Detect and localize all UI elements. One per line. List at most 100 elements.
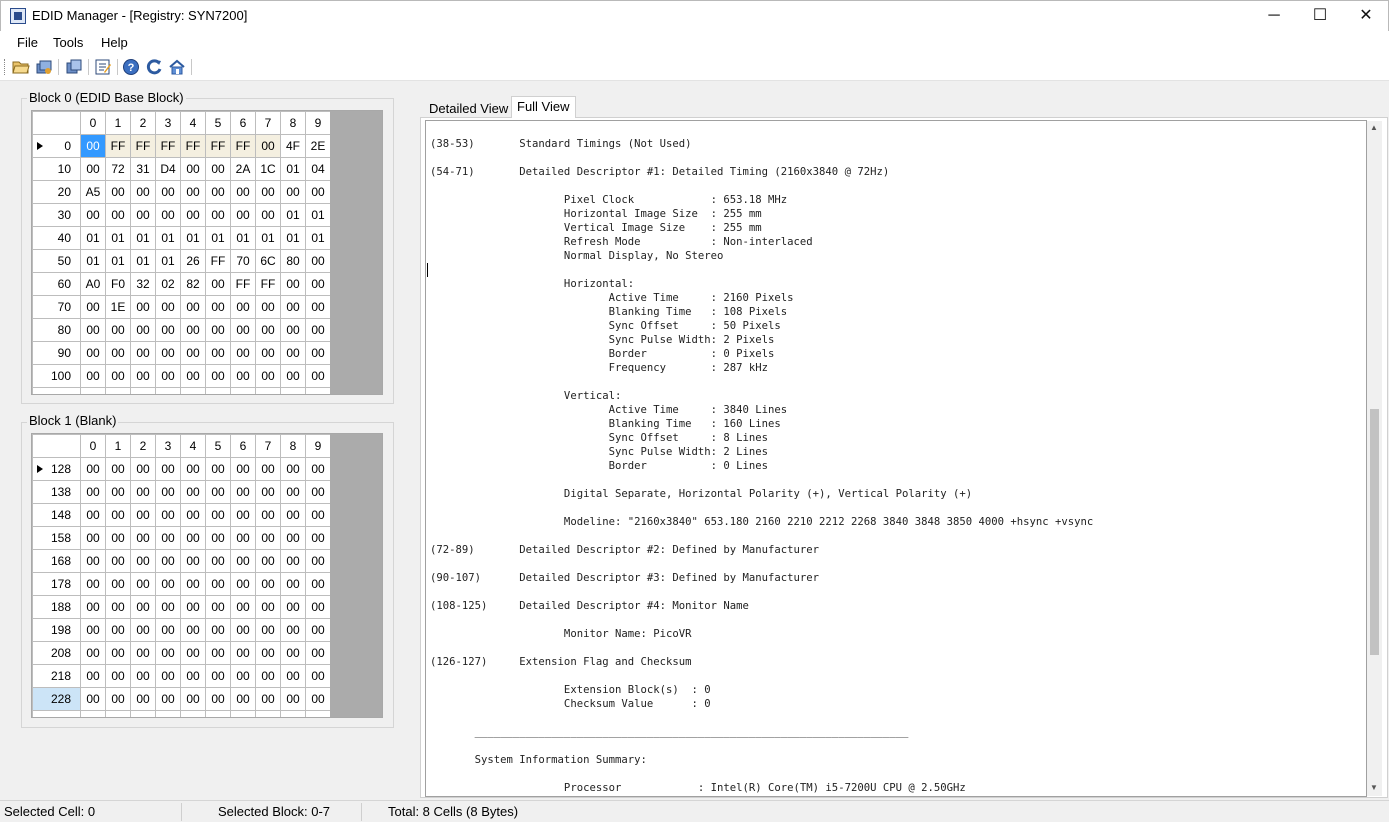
row-header[interactable]: 198: [32, 618, 81, 642]
row-header[interactable]: 80: [32, 318, 81, 342]
hex-cell[interactable]: 31: [130, 157, 156, 181]
refresh-icon[interactable]: [145, 58, 163, 76]
hex-cell[interactable]: 00: [155, 341, 181, 365]
hex-cell[interactable]: 00: [155, 549, 181, 573]
hex-cell[interactable]: 2A: [230, 157, 256, 181]
row-header[interactable]: 60: [32, 272, 81, 296]
edit-icon[interactable]: [94, 58, 112, 76]
hex-cell[interactable]: 00: [230, 364, 256, 388]
row-header[interactable]: 208: [32, 641, 81, 665]
row-header[interactable]: 40: [32, 226, 81, 250]
hex-cell[interactable]: 00: [130, 572, 156, 596]
hex-cell[interactable]: 00: [255, 295, 281, 319]
copy-icon[interactable]: [65, 58, 83, 76]
hex-cell[interactable]: 01: [280, 157, 306, 181]
row-header[interactable]: 70: [32, 295, 81, 319]
row-header[interactable]: 30: [32, 203, 81, 227]
hex-cell[interactable]: 00: [130, 526, 156, 550]
hex-cell[interactable]: 00: [205, 687, 231, 711]
hex-cell[interactable]: 00: [130, 687, 156, 711]
hex-cell[interactable]: 00: [205, 157, 231, 181]
hex-cell[interactable]: 00: [155, 203, 181, 227]
vertical-scrollbar[interactable]: ▲ ▼: [1367, 121, 1382, 796]
hex-cell[interactable]: 00: [255, 618, 281, 642]
hex-cell[interactable]: 00: [130, 664, 156, 688]
hex-cell[interactable]: 00: [280, 480, 306, 504]
hex-cell[interactable]: FF: [230, 272, 256, 296]
menu-file[interactable]: File: [17, 35, 38, 50]
column-header[interactable]: 1: [105, 111, 131, 135]
hex-cell[interactable]: 00: [130, 318, 156, 342]
hex-cell[interactable]: 00: [205, 318, 231, 342]
hex-cell[interactable]: 00: [255, 549, 281, 573]
hex-cell[interactable]: 00: [280, 526, 306, 550]
hex-cell[interactable]: 00: [230, 203, 256, 227]
hex-cell[interactable]: 00: [205, 549, 231, 573]
hex-cell[interactable]: 00: [130, 180, 156, 204]
row-header[interactable]: 90: [32, 341, 81, 365]
hex-cell[interactable]: 00: [80, 595, 106, 619]
hex-cell[interactable]: 00: [130, 549, 156, 573]
hex-cell[interactable]: 00: [280, 687, 306, 711]
hex-cell[interactable]: 01: [180, 226, 206, 250]
hex-cell[interactable]: 00: [255, 664, 281, 688]
home-icon[interactable]: [168, 58, 186, 76]
hex-cell[interactable]: 01: [80, 249, 106, 273]
hex-cell[interactable]: 00: [105, 664, 131, 688]
column-header[interactable]: 5: [205, 434, 231, 458]
hex-cell[interactable]: 01: [205, 226, 231, 250]
help-icon[interactable]: ?: [122, 58, 140, 76]
hex-cell[interactable]: 00: [105, 595, 131, 619]
hex-cell[interactable]: 01: [230, 226, 256, 250]
row-header[interactable]: 148: [32, 503, 81, 527]
hex-cell[interactable]: 32: [130, 272, 156, 296]
hex-cell[interactable]: 00: [155, 180, 181, 204]
scrollbar-thumb[interactable]: [1370, 409, 1379, 655]
hex-cell[interactable]: 01: [130, 249, 156, 273]
hex-cell[interactable]: 00: [230, 180, 256, 204]
hex-cell[interactable]: 00: [80, 572, 106, 596]
hex-cell[interactable]: 00: [130, 387, 156, 394]
hex-cell[interactable]: FF: [230, 134, 256, 158]
hex-cell[interactable]: FF: [205, 134, 231, 158]
hex-cell[interactable]: 00: [180, 318, 206, 342]
hex-cell[interactable]: 00: [105, 549, 131, 573]
hex-cell[interactable]: 00: [305, 664, 331, 688]
hex-cell[interactable]: 0A: [305, 387, 331, 394]
hex-cell[interactable]: FF: [180, 134, 206, 158]
hex-cell[interactable]: 00: [130, 364, 156, 388]
hex-cell[interactable]: 00: [230, 687, 256, 711]
open-folder-icon[interactable]: [12, 58, 30, 76]
scroll-up-icon[interactable]: ▲: [1370, 123, 1378, 132]
tab-full-view[interactable]: Full View: [511, 96, 576, 118]
row-header[interactable]: 128: [32, 457, 81, 481]
hex-cell[interactable]: 1C: [255, 157, 281, 181]
hex-cell[interactable]: 00: [180, 572, 206, 596]
hex-cell[interactable]: 00: [105, 618, 131, 642]
hex-cell[interactable]: 00: [155, 618, 181, 642]
hex-cell[interactable]: 00: [230, 641, 256, 665]
hex-cell[interactable]: 00: [305, 595, 331, 619]
hex-cell[interactable]: 52: [280, 387, 306, 394]
hex-cell[interactable]: 00: [230, 549, 256, 573]
hex-cell[interactable]: 00: [105, 341, 131, 365]
hex-cell[interactable]: 00: [205, 664, 231, 688]
row-header[interactable]: 100: [32, 364, 81, 388]
hex-cell[interactable]: 00: [305, 572, 331, 596]
hex-cell[interactable]: 00: [180, 503, 206, 527]
hex-cell[interactable]: FF: [255, 272, 281, 296]
hex-cell[interactable]: 00: [105, 180, 131, 204]
hex-cell[interactable]: 00: [155, 480, 181, 504]
row-header[interactable]: 50: [32, 249, 81, 273]
hex-cell[interactable]: 00: [280, 318, 306, 342]
hex-cell[interactable]: 00: [130, 710, 156, 717]
column-header[interactable]: 8: [280, 434, 306, 458]
hex-cell[interactable]: 00: [305, 710, 331, 717]
hex-cell[interactable]: 26: [180, 249, 206, 273]
hex-cell[interactable]: 01: [130, 226, 156, 250]
hex-cell[interactable]: 00: [130, 457, 156, 481]
row-header[interactable]: 10: [32, 157, 81, 181]
hex-cell[interactable]: 00: [105, 203, 131, 227]
hex-cell[interactable]: 70: [230, 249, 256, 273]
hex-cell[interactable]: 69: [180, 387, 206, 394]
